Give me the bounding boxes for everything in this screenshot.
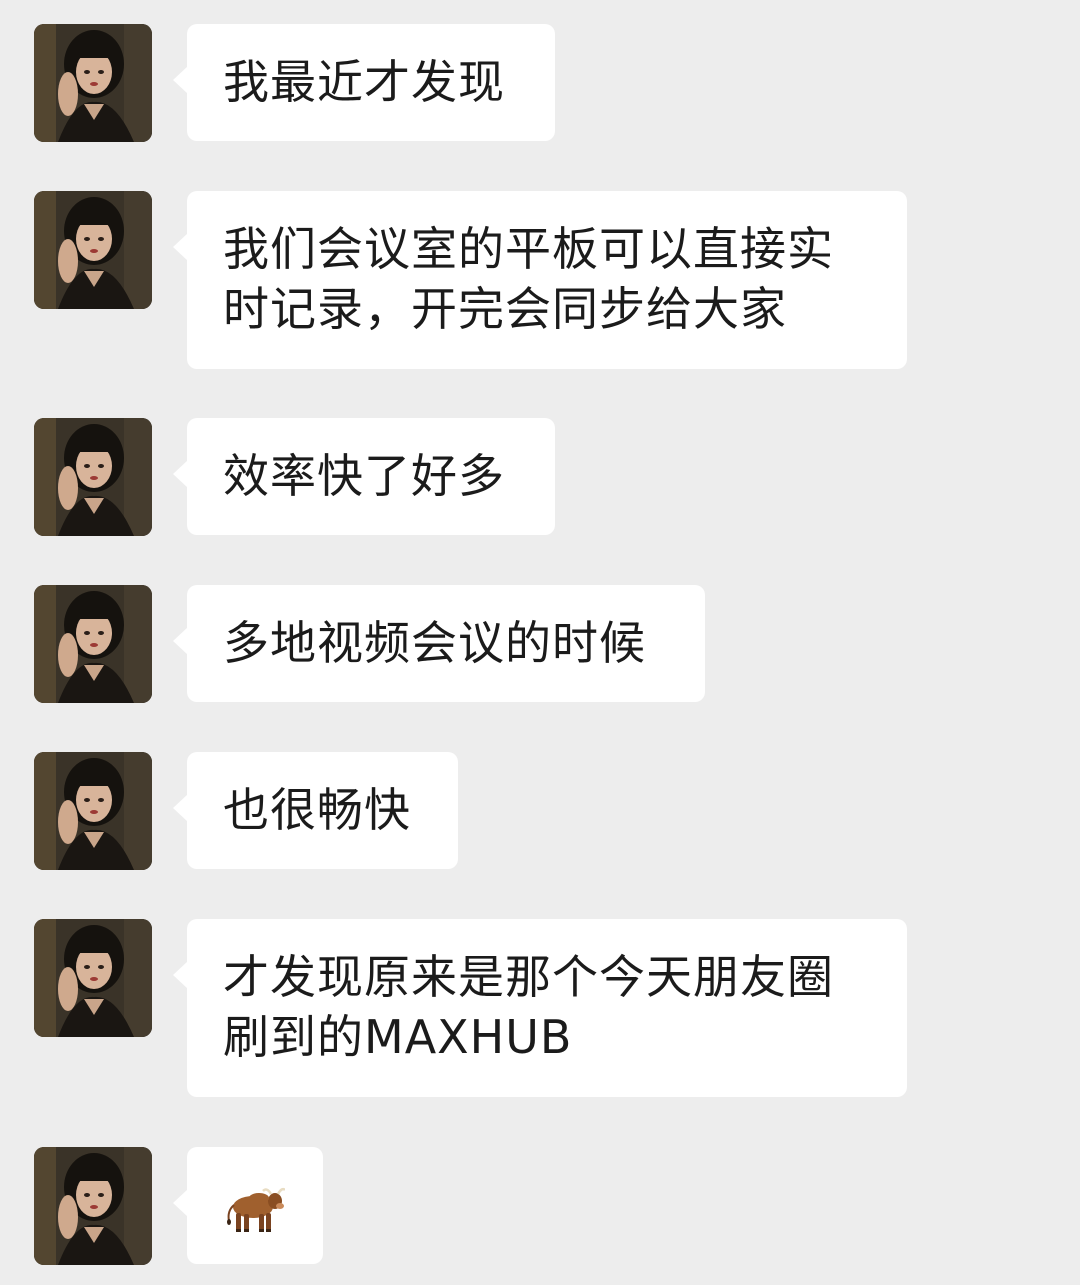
avatar[interactable] bbox=[34, 585, 152, 703]
avatar[interactable] bbox=[34, 418, 152, 536]
message-bubble[interactable]: 也很畅快 bbox=[173, 752, 458, 869]
message-bubble[interactable]: 效率快了好多 bbox=[173, 418, 555, 535]
message-text: 才发现原来是那个今天朋友圈刷到的MAXHUB bbox=[223, 950, 834, 1064]
message-bubble[interactable] bbox=[173, 1147, 323, 1264]
avatar-image bbox=[34, 585, 152, 703]
avatar[interactable] bbox=[34, 1147, 152, 1265]
message-text: 效率快了好多 bbox=[223, 449, 505, 503]
message-text: 我最近才发现 bbox=[223, 55, 505, 109]
avatar[interactable] bbox=[34, 919, 152, 1037]
message-bubble[interactable]: 才发现原来是那个今天朋友圈刷到的MAXHUB bbox=[173, 919, 907, 1097]
avatar-image bbox=[34, 752, 152, 870]
message-text: 也很畅快 bbox=[223, 783, 411, 837]
avatar[interactable] bbox=[34, 191, 152, 309]
message-bubble[interactable]: 多地视频会议的时候 bbox=[173, 585, 705, 702]
chat-message-list[interactable]: 我最近才发现 我们会议室的平板可以直接实时记录，开完会同步给大家 效率快了好多 … bbox=[0, 0, 1080, 1285]
message-bubble[interactable]: 我们会议室的平板可以直接实时记录，开完会同步给大家 bbox=[173, 191, 907, 369]
message-text: 我们会议室的平板可以直接实时记录，开完会同步给大家 bbox=[223, 222, 834, 336]
avatar[interactable] bbox=[34, 752, 152, 870]
avatar[interactable] bbox=[34, 24, 152, 142]
avatar-image bbox=[34, 191, 152, 309]
avatar-image bbox=[34, 1147, 152, 1265]
avatar-image bbox=[34, 919, 152, 1037]
ox-emoji-icon bbox=[227, 1187, 285, 1232]
message-text: 多地视频会议的时候 bbox=[223, 616, 646, 670]
message-bubble[interactable]: 我最近才发现 bbox=[173, 24, 555, 141]
avatar-image bbox=[34, 24, 152, 142]
avatar-image bbox=[34, 418, 152, 536]
